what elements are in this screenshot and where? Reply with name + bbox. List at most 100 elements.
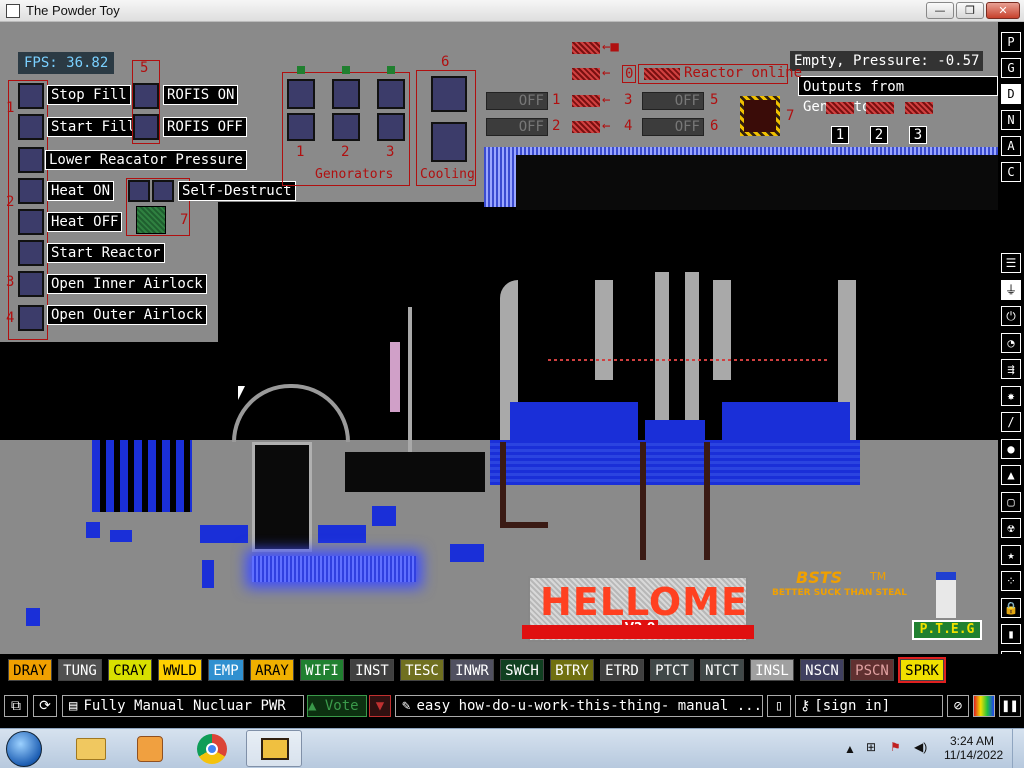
element-wwld[interactable]: WWLD bbox=[158, 659, 202, 681]
display-mode-button[interactable] bbox=[973, 695, 995, 717]
element-btry[interactable]: BTRY bbox=[550, 659, 594, 681]
drop-icon[interactable]: ● bbox=[1001, 438, 1021, 459]
element-inwr[interactable]: INWR bbox=[450, 659, 494, 681]
generator-2-bottom[interactable] bbox=[332, 113, 360, 141]
close-button[interactable]: ✕ bbox=[986, 2, 1020, 19]
clear-icon: ⊘ bbox=[953, 698, 963, 714]
power-icon[interactable]: ⏻ bbox=[1001, 306, 1021, 326]
radiation-icon[interactable]: ☢ bbox=[1001, 518, 1021, 538]
folder-icon bbox=[76, 738, 106, 760]
open-outer-airlock-switch[interactable] bbox=[18, 305, 44, 331]
minimize-button[interactable]: — bbox=[926, 2, 954, 19]
tray-expand-icon[interactable]: ▲ bbox=[844, 742, 856, 756]
generator-2-led bbox=[342, 66, 350, 74]
generator-3-bottom[interactable] bbox=[377, 113, 405, 141]
group-number-1: 1 bbox=[6, 100, 15, 116]
generator-1-bottom[interactable] bbox=[287, 113, 315, 141]
open-browser-button[interactable]: ⧉ bbox=[4, 695, 28, 717]
render-mode-c[interactable]: C bbox=[1001, 162, 1021, 182]
generator-1-top[interactable] bbox=[287, 79, 315, 109]
taskbar-explorer[interactable] bbox=[62, 730, 118, 767]
maximize-button[interactable]: ❐ bbox=[956, 2, 984, 19]
element-ntct[interactable]: NTCT bbox=[700, 659, 744, 681]
save-options-button[interactable]: ▯ bbox=[767, 695, 791, 717]
simulation-canvas[interactable]: HELLOME V2.0 BSTS TM BETTER SUCK THAN ST… bbox=[0, 22, 998, 654]
show-desktop-button[interactable] bbox=[1012, 729, 1024, 768]
pen-icon[interactable]: / bbox=[1001, 412, 1021, 432]
sensor-icon[interactable]: ⇶ bbox=[1001, 359, 1021, 379]
render-mode-g[interactable]: G bbox=[1001, 58, 1021, 78]
heat-off-switch[interactable] bbox=[18, 209, 44, 235]
open-inner-airlock-switch[interactable] bbox=[18, 271, 44, 297]
generator-2-top[interactable] bbox=[332, 79, 360, 109]
element-ptct[interactable]: PTCT bbox=[650, 659, 694, 681]
element-insl[interactable]: INSL bbox=[750, 659, 794, 681]
rofis-on-switch[interactable] bbox=[133, 83, 159, 109]
explosive-icon[interactable]: ✸ bbox=[1001, 385, 1021, 406]
taskbar-chrome[interactable] bbox=[184, 730, 240, 767]
element-nscn[interactable]: NSCN bbox=[800, 659, 844, 681]
rofis-off-switch[interactable] bbox=[133, 114, 159, 140]
blue-block-5 bbox=[202, 560, 214, 588]
thumbs-up-icon: ▲ bbox=[308, 698, 317, 714]
square-icon[interactable]: ▢ bbox=[1001, 491, 1021, 512]
plug-icon[interactable]: ⏚ bbox=[1001, 279, 1021, 300]
start-fill-switch[interactable] bbox=[18, 114, 44, 140]
render-mode-p[interactable]: P bbox=[1001, 32, 1021, 52]
star-icon[interactable]: ★ bbox=[1001, 544, 1021, 565]
menu-icon[interactable]: ☰ bbox=[1001, 253, 1021, 273]
generator-3-top[interactable] bbox=[377, 79, 405, 109]
element-dray[interactable]: DRAY bbox=[8, 659, 52, 681]
dots-icon[interactable]: ⁘ bbox=[1001, 571, 1021, 591]
element-cray[interactable]: CRAY bbox=[108, 659, 152, 681]
render-mode-d[interactable]: D bbox=[1001, 84, 1021, 104]
save-name-button[interactable]: ▤ Fully Manual Nucluar PWR bbox=[62, 695, 304, 717]
self-destruct-switch-b[interactable] bbox=[152, 180, 174, 202]
bookmark-icon[interactable]: ▮ bbox=[1001, 624, 1021, 644]
pressure-readout: Empty, Pressure: -0.57 bbox=[790, 51, 984, 71]
vote-up-button[interactable]: ▲ Vote bbox=[307, 695, 367, 717]
volume-icon[interactable]: ◀) bbox=[914, 740, 927, 754]
cooling-switch-2[interactable] bbox=[431, 122, 467, 162]
render-mode-a[interactable]: A bbox=[1001, 136, 1021, 156]
cooling-switch-1[interactable] bbox=[431, 76, 467, 112]
start-reactor-label: Start Reactor bbox=[47, 243, 165, 263]
gauge-icon[interactable]: ◔ bbox=[1001, 332, 1021, 353]
sign-in-button[interactable]: ⚷ [sign in] bbox=[795, 695, 943, 717]
element-inst[interactable]: INST bbox=[350, 659, 394, 681]
taskbar-powder-toy[interactable] bbox=[246, 730, 302, 767]
tags-button[interactable]: ✎ easy how-do-u-work-this-thing- manual .… bbox=[395, 695, 763, 717]
start-button[interactable] bbox=[6, 731, 42, 767]
blue-block-7 bbox=[110, 530, 132, 542]
flask-icon[interactable]: ▲ bbox=[1001, 465, 1021, 485]
element-aray[interactable]: ARAY bbox=[250, 659, 294, 681]
element-tung[interactable]: TUNG bbox=[58, 659, 102, 681]
element-emp[interactable]: EMP bbox=[208, 659, 244, 681]
clear-button[interactable]: ⊘ bbox=[947, 695, 969, 717]
lock-icon[interactable]: 🔒 bbox=[1001, 597, 1021, 618]
heat-on-switch[interactable] bbox=[18, 178, 44, 204]
self-destruct-switch-a[interactable] bbox=[128, 180, 150, 202]
element-pscn[interactable]: PSCN bbox=[850, 659, 894, 681]
gen-6-number: 6 bbox=[710, 118, 719, 134]
element-wifi[interactable]: WIFI bbox=[300, 659, 344, 681]
chamber-dark bbox=[516, 152, 998, 210]
clock[interactable]: 3:24 AM 11/14/2022 bbox=[944, 734, 1003, 762]
water-pool-center bbox=[645, 420, 705, 442]
lower-pressure-switch[interactable] bbox=[18, 147, 44, 173]
taskbar-media-player[interactable] bbox=[122, 730, 178, 767]
start-reactor-switch[interactable] bbox=[18, 240, 44, 266]
element-tesc[interactable]: TESC bbox=[400, 659, 444, 681]
render-mode-n[interactable]: N bbox=[1001, 110, 1021, 130]
element-etrd[interactable]: ETRD bbox=[600, 659, 644, 681]
reload-button[interactable]: ⟳ bbox=[33, 695, 57, 717]
vote-down-button[interactable]: ▼ bbox=[369, 695, 391, 717]
stop-fill-switch[interactable] bbox=[18, 83, 44, 109]
save-icon: ▤ bbox=[69, 698, 78, 714]
pause-button[interactable]: ❚❚ bbox=[999, 695, 1021, 717]
element-swch[interactable]: SWCH bbox=[500, 659, 544, 681]
action-center-icon[interactable]: ⚑ bbox=[890, 740, 901, 754]
network-icon[interactable]: ⊞ bbox=[866, 740, 876, 754]
element-sprk[interactable]: SPRK bbox=[898, 657, 946, 683]
hellome-base bbox=[522, 625, 754, 639]
